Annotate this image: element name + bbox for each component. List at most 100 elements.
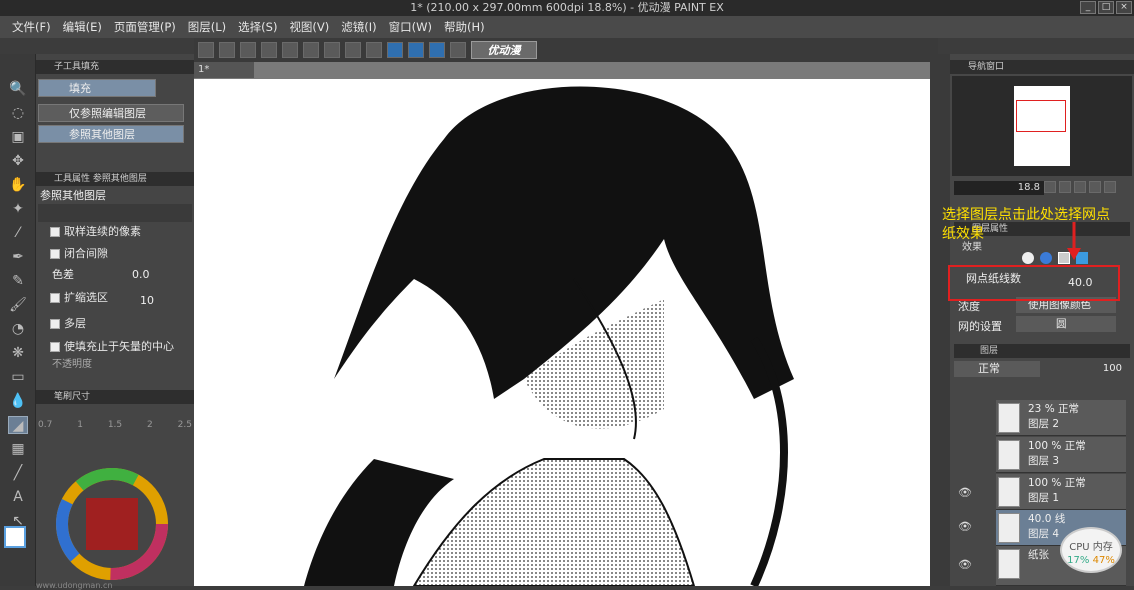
smudge-icon[interactable]: 💧 xyxy=(8,392,28,410)
magic-wand-icon[interactable]: ✦ xyxy=(8,200,28,218)
layer-opacity[interactable]: 100 xyxy=(1044,361,1122,377)
flip-icon[interactable] xyxy=(1104,181,1116,193)
maximize-icon[interactable]: □ xyxy=(1098,1,1114,14)
toolprops-header: 工具属性 参照其他图层 xyxy=(36,172,194,186)
subtool-item-edit-layer[interactable]: 仅参照编辑图层 xyxy=(38,104,184,122)
layer-row[interactable]: 100 % 正常 图层 3 xyxy=(996,437,1126,473)
brushsize-2[interactable]: 1.5 xyxy=(108,420,122,430)
layer-name: 纸张 xyxy=(1028,549,1049,561)
menu-filter[interactable]: 滤镜(I) xyxy=(335,16,382,38)
hand-tool-icon[interactable]: ✋ xyxy=(8,176,28,194)
display-icon[interactable] xyxy=(450,42,466,58)
blend-icon[interactable]: ❋ xyxy=(8,344,28,362)
redo-icon[interactable] xyxy=(282,42,298,58)
navigator-thumbnail[interactable] xyxy=(1014,86,1070,166)
subtool-item-other-layers[interactable]: 参照其他图层 xyxy=(38,125,184,143)
left-panel: 子工具填充 填充 仅参照编辑图层 参照其他图层 工具属性 参照其他图层 参照其他… xyxy=(36,54,194,590)
brushsize-1[interactable]: 1 xyxy=(77,420,83,430)
option-expand[interactable]: 扩缩选区 xyxy=(50,290,190,306)
brushsize-4[interactable]: 2.5 xyxy=(178,420,192,430)
option-stop-vector[interactable]: 使填充止于矢量的中心 xyxy=(50,339,190,355)
layer-thumbnail xyxy=(998,513,1020,543)
option-multi-layer[interactable]: 多层 xyxy=(50,316,190,332)
border-effect-icon[interactable] xyxy=(1022,252,1034,264)
canvas-paper[interactable] xyxy=(194,79,930,586)
zoom-tool-icon[interactable]: 🔍 xyxy=(8,80,28,98)
right-collapse-strip[interactable] xyxy=(930,54,950,586)
crop-icon[interactable] xyxy=(345,42,361,58)
menu-edit[interactable]: 编辑(E) xyxy=(57,16,108,38)
blend-mode-select[interactable]: 正常 xyxy=(954,361,1040,377)
text-tool-icon[interactable]: A xyxy=(8,488,28,506)
brush-icon[interactable]: 🖌 xyxy=(8,296,28,314)
window-controls[interactable]: _ □ × xyxy=(1080,1,1132,14)
ruler-icon[interactable] xyxy=(366,42,382,58)
fit-icon[interactable] xyxy=(1074,181,1086,193)
save-icon[interactable] xyxy=(240,42,256,58)
snap-ruler-icon[interactable] xyxy=(387,42,403,58)
checkbox-icon[interactable] xyxy=(50,293,60,303)
move-tool-icon[interactable]: ✥ xyxy=(8,152,28,170)
document-tab[interactable]: 1* xyxy=(194,62,254,78)
layer-opacity-text: 100 % 正常 xyxy=(1028,477,1086,489)
brushsize-0[interactable]: 0.7 xyxy=(38,420,52,430)
brushsize-list[interactable]: 0.7 1 1.5 2 2.5 xyxy=(38,420,192,430)
menu-select[interactable]: 选择(S) xyxy=(232,16,283,38)
option-expand-label: 扩缩选区 xyxy=(64,291,108,304)
expand-value[interactable]: 10 xyxy=(140,294,154,307)
eye-icon[interactable]: 👁 xyxy=(958,558,972,572)
grid-select[interactable]: 圆 xyxy=(1016,316,1116,332)
airbrush-icon[interactable]: ◔ xyxy=(8,320,28,338)
eye-icon[interactable]: 👁 xyxy=(958,486,972,500)
new-icon[interactable] xyxy=(198,42,214,58)
app-logo: 优动漫 xyxy=(471,41,537,59)
close-icon[interactable]: × xyxy=(1116,1,1132,14)
checkbox-icon[interactable] xyxy=(50,249,60,259)
zoom-out-icon[interactable] xyxy=(1044,181,1056,193)
snap-special-icon[interactable] xyxy=(408,42,424,58)
minimize-icon[interactable]: _ xyxy=(1080,1,1096,14)
eyedropper-icon[interactable]: ⁄ xyxy=(8,224,28,242)
tolerance-value[interactable]: 0.0 xyxy=(132,268,150,281)
zoom-in-icon[interactable] xyxy=(1059,181,1071,193)
layer-row[interactable]: 23 % 正常 图层 2 xyxy=(996,400,1126,436)
color-wheel[interactable] xyxy=(56,468,168,580)
option-close-gap[interactable]: 闭合间隙 xyxy=(50,246,190,262)
lasso-tool-icon[interactable]: ◌ xyxy=(8,104,28,122)
open-icon[interactable] xyxy=(219,42,235,58)
menu-help[interactable]: 帮助(H) xyxy=(438,16,491,38)
main-color-swatch[interactable] xyxy=(4,526,26,548)
layer-thumbnail xyxy=(998,549,1020,579)
menu-page[interactable]: 页面管理(P) xyxy=(108,16,182,38)
subtool-fill[interactable]: 填充 xyxy=(38,79,156,97)
pencil-icon[interactable]: ✎ xyxy=(8,272,28,290)
snap-grid-icon[interactable] xyxy=(429,42,445,58)
undo-icon[interactable] xyxy=(261,42,277,58)
checkbox-icon[interactable] xyxy=(50,319,60,329)
menu-view[interactable]: 视图(V) xyxy=(283,16,335,38)
checkbox-icon[interactable] xyxy=(50,227,60,237)
eraser-icon[interactable]: ▭ xyxy=(8,368,28,386)
menu-file[interactable]: 文件(F) xyxy=(6,16,57,38)
checkbox-icon[interactable] xyxy=(50,342,60,352)
command-toolbar: 优动漫 xyxy=(194,38,938,62)
zoom-slider[interactable]: 18.8 xyxy=(954,181,1044,195)
layer-row[interactable]: 100 % 正常 图层 1 xyxy=(996,474,1126,510)
line-icon[interactable]: ╱ xyxy=(8,464,28,482)
rotate-icon[interactable] xyxy=(1089,181,1101,193)
option-contiguous[interactable]: 取样连续的像素 xyxy=(50,224,190,240)
transform-icon[interactable] xyxy=(303,42,319,58)
menu-window[interactable]: 窗口(W) xyxy=(383,16,438,38)
pen-icon[interactable]: ✒ xyxy=(8,248,28,266)
gradient-icon[interactable]: ▦ xyxy=(8,440,28,458)
navigator-viewport[interactable] xyxy=(1016,100,1066,132)
select-tool-icon[interactable]: ▣ xyxy=(8,128,28,146)
fill-icon[interactable] xyxy=(324,42,340,58)
fill-tool-icon[interactable]: ◢ xyxy=(8,416,28,434)
menu-layer[interactable]: 图层(L) xyxy=(182,16,232,38)
eye-icon[interactable]: 👁 xyxy=(958,520,972,534)
brushsize-3[interactable]: 2 xyxy=(147,420,153,430)
color-effect-icon[interactable] xyxy=(1040,252,1052,264)
toolprops-title: 参照其他图层 xyxy=(40,189,106,202)
option-multi-layer-label: 多层 xyxy=(64,317,86,330)
